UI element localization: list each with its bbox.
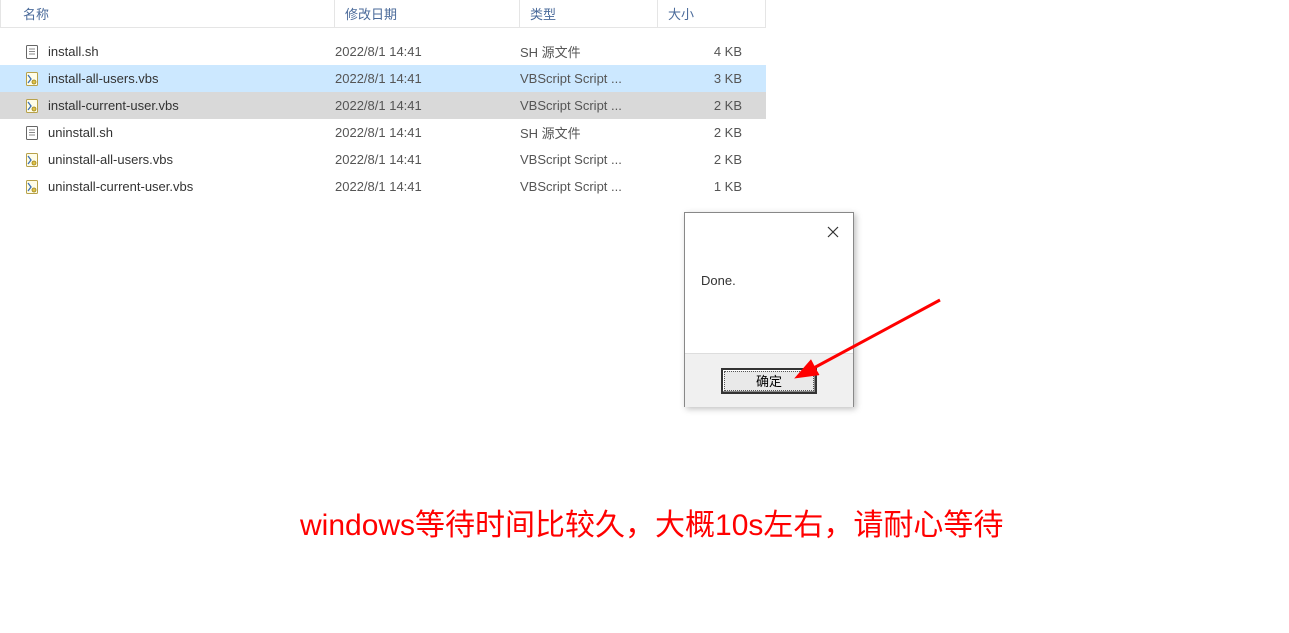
file-name: install.sh <box>42 44 335 59</box>
text-file-icon <box>24 44 40 60</box>
file-type: SH 源文件 <box>520 42 658 61</box>
file-date: 2022/8/1 14:41 <box>335 98 520 113</box>
dialog-message: Done. <box>685 251 853 353</box>
ok-button[interactable]: 确定 <box>721 368 817 394</box>
file-list: 名称 修改日期 类型 大小 install.sh2022/8/1 14:41SH… <box>0 0 766 200</box>
file-type: VBScript Script ... <box>520 179 658 194</box>
file-row[interactable]: install.sh2022/8/1 14:41SH 源文件4 KB <box>0 38 766 65</box>
file-date: 2022/8/1 14:41 <box>335 71 520 86</box>
file-date: 2022/8/1 14:41 <box>335 179 520 194</box>
file-size: 2 KB <box>658 98 754 113</box>
message-dialog: Done. 确定 <box>684 212 854 407</box>
column-name[interactable]: 名称 <box>0 0 335 27</box>
vbs-file-icon <box>24 98 40 114</box>
annotation-caption: windows等待时间比较久，大概10s左右，请耐心等待 <box>300 500 1003 544</box>
file-name: uninstall-all-users.vbs <box>42 152 335 167</box>
dialog-titlebar <box>685 213 853 251</box>
column-headers: 名称 修改日期 类型 大小 <box>0 0 766 28</box>
file-type: SH 源文件 <box>520 123 658 142</box>
file-type: VBScript Script ... <box>520 152 658 167</box>
vbs-file-icon <box>24 152 40 168</box>
file-name: install-all-users.vbs <box>42 71 335 86</box>
file-date: 2022/8/1 14:41 <box>335 125 520 140</box>
file-size: 2 KB <box>658 125 754 140</box>
file-size: 4 KB <box>658 44 754 59</box>
file-name: install-current-user.vbs <box>42 98 335 113</box>
vbs-file-icon <box>24 179 40 195</box>
file-name: uninstall-current-user.vbs <box>42 179 335 194</box>
column-type[interactable]: 类型 <box>520 0 658 27</box>
column-date[interactable]: 修改日期 <box>335 0 520 27</box>
close-icon <box>827 226 839 238</box>
text-file-icon <box>22 44 42 60</box>
file-row[interactable]: uninstall.sh2022/8/1 14:41SH 源文件2 KB <box>0 119 766 146</box>
file-size: 3 KB <box>658 71 754 86</box>
dialog-footer: 确定 <box>685 353 853 407</box>
file-name: uninstall.sh <box>42 125 335 140</box>
file-size: 1 KB <box>658 179 754 194</box>
vbs-file-icon <box>24 71 40 87</box>
file-date: 2022/8/1 14:41 <box>335 152 520 167</box>
file-row[interactable]: uninstall-all-users.vbs2022/8/1 14:41VBS… <box>0 146 766 173</box>
file-type: VBScript Script ... <box>520 98 658 113</box>
column-size[interactable]: 大小 <box>658 0 766 27</box>
file-type: VBScript Script ... <box>520 71 658 86</box>
file-date: 2022/8/1 14:41 <box>335 44 520 59</box>
file-row[interactable]: uninstall-current-user.vbs2022/8/1 14:41… <box>0 173 766 200</box>
vbs-file-icon <box>22 179 42 195</box>
vbs-file-icon <box>22 98 42 114</box>
vbs-file-icon <box>22 152 42 168</box>
text-file-icon <box>22 125 42 141</box>
file-size: 2 KB <box>658 152 754 167</box>
text-file-icon <box>24 125 40 141</box>
vbs-file-icon <box>22 71 42 87</box>
file-row[interactable]: install-current-user.vbs2022/8/1 14:41VB… <box>0 92 766 119</box>
file-row[interactable]: install-all-users.vbs2022/8/1 14:41VBScr… <box>0 65 766 92</box>
close-button[interactable] <box>813 214 853 250</box>
